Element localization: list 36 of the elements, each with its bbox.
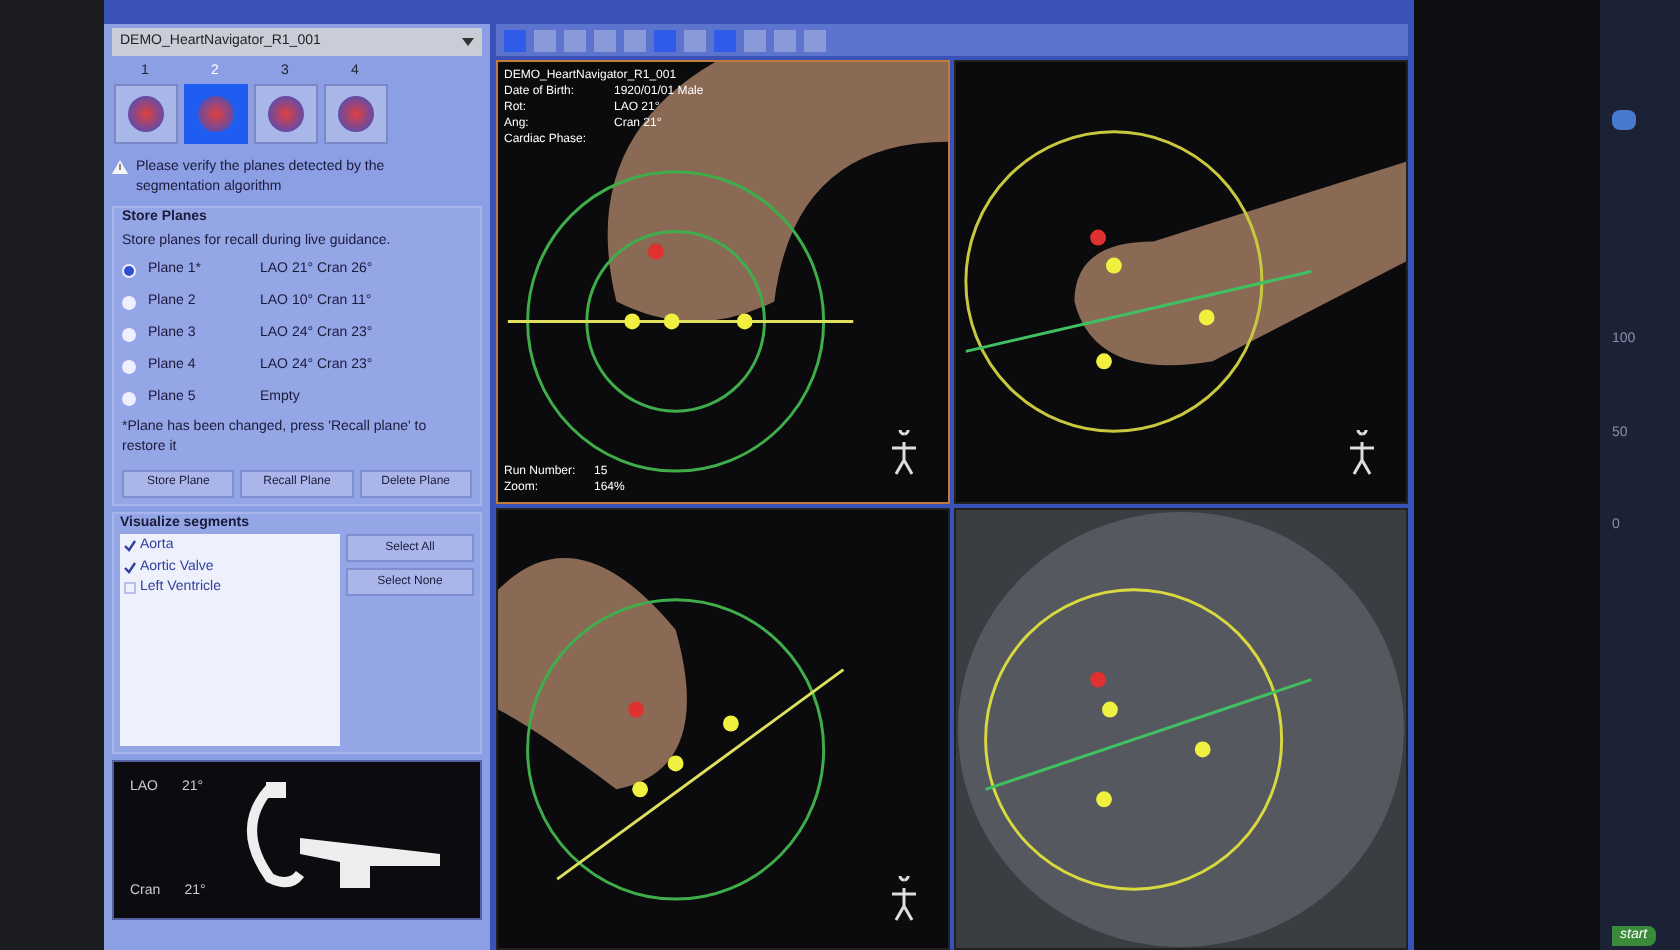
viewport[interactable]: [954, 60, 1408, 503]
toolbar-tool-icon[interactable]: [714, 29, 736, 51]
marker-dot: [1106, 257, 1122, 274]
marker-dot: [667, 754, 684, 771]
toolbar-tool-icon[interactable]: [804, 29, 826, 51]
toolbar-tool-icon[interactable]: [774, 29, 796, 51]
marker-dot: [1194, 740, 1211, 757]
plane-radio[interactable]: [122, 296, 136, 310]
marker-dot: [648, 243, 664, 260]
marker-dot: [1090, 229, 1106, 246]
toolbar-tool-icon[interactable]: [624, 29, 646, 51]
marker-dot: [624, 313, 641, 330]
marker-dot: [628, 700, 645, 717]
marker-dot: [1198, 309, 1215, 326]
toolbar-tool-icon[interactable]: [684, 29, 706, 51]
plane-radio[interactable]: [122, 328, 136, 342]
marker-dot: [736, 313, 753, 330]
marker-dot: [663, 313, 680, 330]
marker-dot: [1096, 353, 1112, 370]
marker-dot: [632, 780, 648, 797]
toolbar-tool-icon[interactable]: [594, 29, 616, 51]
plane-radio[interactable]: [122, 360, 136, 374]
toolbar-tool-icon[interactable]: [534, 29, 556, 51]
marker-dot: [723, 714, 739, 731]
toolbar-tool-icon[interactable]: [654, 29, 676, 51]
marker-dot: [1102, 700, 1118, 717]
marker-dot: [1090, 670, 1106, 687]
toolbar-tool-icon[interactable]: [504, 29, 526, 51]
plane-radio[interactable]: [122, 392, 136, 406]
viewport[interactable]: [496, 507, 950, 950]
dropdown-arrow-icon: [462, 38, 474, 46]
marker-dot: [1096, 790, 1112, 807]
toolbar-tool-icon[interactable]: [564, 29, 586, 51]
toolbar-tool-icon[interactable]: [744, 29, 766, 51]
warning-icon: [112, 159, 128, 173]
plane-radio[interactable]: [122, 264, 136, 278]
